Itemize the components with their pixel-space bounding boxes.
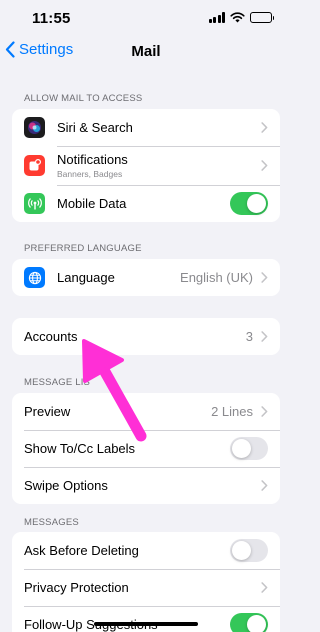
preview-value: 2 Lines: [211, 404, 253, 419]
cellular-signal-icon: [208, 12, 225, 23]
navigation-bar: Settings Mail: [0, 38, 292, 68]
status-bar: 11:55: [0, 0, 292, 38]
accounts-label: Accounts: [24, 329, 78, 344]
wifi-icon: [230, 12, 245, 23]
chevron-right-icon: [261, 160, 268, 171]
section-header-preferred-language: PREFERRED LANGUAGE: [24, 243, 142, 254]
notifications-icon: [24, 155, 45, 176]
chevron-right-icon: [261, 331, 268, 342]
battery-icon: [250, 12, 274, 23]
chevron-right-icon: [261, 122, 268, 133]
show-tocc-row: Show To/Cc Labels: [12, 430, 280, 467]
status-icons: [208, 12, 274, 23]
notifications-subtitle: Banners, Badges: [57, 169, 123, 179]
section-header-message-list: MESSAGE LIS: [24, 377, 91, 388]
preview-label: Preview: [24, 404, 71, 419]
siri-search-row[interactable]: Siri & Search: [12, 109, 280, 146]
chevron-right-icon: [261, 406, 268, 417]
allow-access-group: Siri & Search Notifications Banners, Bad…: [12, 109, 280, 222]
privacy-protection-row[interactable]: Privacy Protection: [12, 569, 280, 606]
notifications-row[interactable]: Notifications Banners, Badges: [12, 146, 280, 185]
antenna-icon: [24, 193, 45, 214]
language-label: Language: [57, 270, 115, 285]
home-indicator: [94, 622, 198, 626]
language-row[interactable]: Language English (UK): [12, 259, 280, 296]
show-tocc-toggle[interactable]: [230, 437, 268, 460]
swipe-options-row[interactable]: Swipe Options: [12, 467, 280, 504]
show-tocc-label: Show To/Cc Labels: [24, 441, 136, 456]
chevron-right-icon: [261, 272, 268, 283]
status-time: 11:55: [32, 10, 71, 27]
siri-icon: [24, 117, 45, 138]
ask-before-deleting-toggle[interactable]: [230, 539, 268, 562]
follow-up-suggestions-toggle[interactable]: [230, 613, 268, 632]
preview-row[interactable]: Preview 2 Lines: [12, 393, 280, 430]
mobile-data-toggle[interactable]: [230, 192, 268, 215]
privacy-protection-label: Privacy Protection: [24, 580, 129, 595]
chevron-right-icon: [261, 480, 268, 491]
ask-before-deleting-row: Ask Before Deleting: [12, 532, 280, 569]
message-list-group: Preview 2 Lines Show To/Cc Labels Swipe …: [12, 393, 280, 504]
accounts-group: Accounts 3: [12, 318, 280, 355]
mobile-data-row: Mobile Data: [12, 185, 280, 222]
chevron-right-icon: [261, 582, 268, 593]
accounts-row[interactable]: Accounts 3: [12, 318, 280, 355]
accounts-count: 3: [245, 329, 253, 344]
mobile-data-label: Mobile Data: [57, 196, 127, 211]
language-value: English (UK): [180, 270, 253, 285]
swipe-options-label: Swipe Options: [24, 478, 108, 493]
page-title: Mail: [131, 43, 161, 60]
section-header-messages: MESSAGES: [24, 517, 79, 528]
siri-search-label: Siri & Search: [57, 120, 133, 135]
preferred-language-group: Language English (UK): [12, 259, 280, 296]
follow-up-suggestions-row: Follow-Up Suggestions: [12, 606, 280, 632]
messages-group: Ask Before Deleting Privacy Protection F…: [12, 532, 280, 632]
globe-icon: [24, 267, 45, 288]
notifications-label: Notifications: [57, 152, 128, 167]
section-header-allow-access: ALLOW MAIL TO ACCESS: [24, 93, 143, 104]
ask-before-deleting-label: Ask Before Deleting: [24, 543, 139, 558]
